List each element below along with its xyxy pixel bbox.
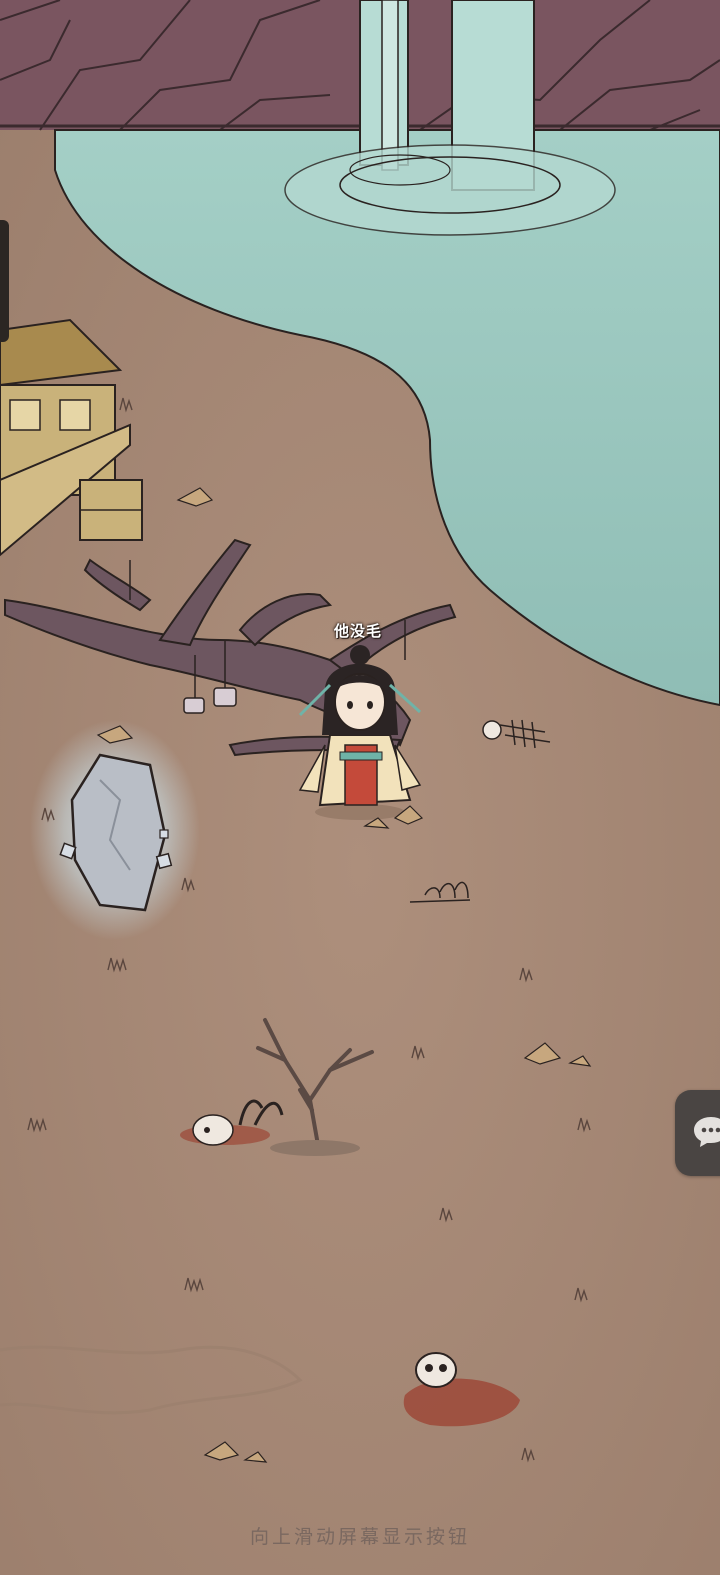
swipe-hint: 向上滑动屏幕显示按钮 [249, 1526, 470, 1548]
spirit-crystal[interactable] [30, 720, 200, 940]
chat-bubble-icon [694, 1117, 720, 1147]
character-name-label: 他没毛 [333, 622, 382, 640]
chat-button[interactable] [675, 1090, 720, 1176]
game-scene[interactable] [0, 0, 720, 1575]
side-panel-tab[interactable] [0, 220, 9, 342]
